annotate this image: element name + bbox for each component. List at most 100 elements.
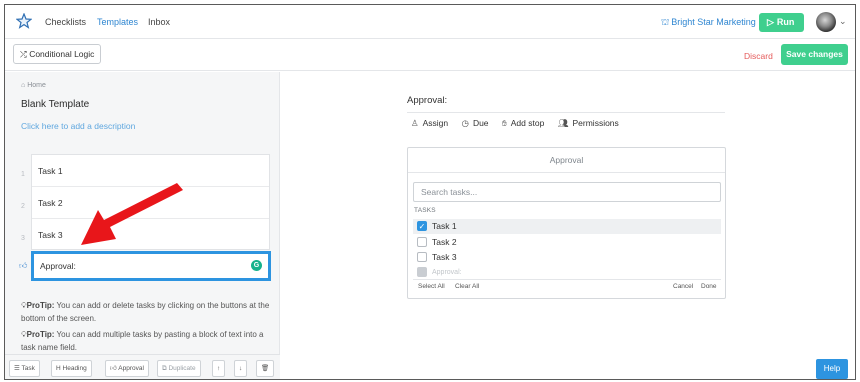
nav-templates[interactable]: Templates <box>97 17 138 27</box>
approval-actions: ♙ Assign ◷ Due ✋︎ Add stop 👥︎ Permissions <box>411 118 630 129</box>
org-name: Bright Star Marketing <box>671 17 756 27</box>
add-approval-button[interactable]: 👍︎ Approval <box>105 360 149 377</box>
add-task-button[interactable]: ☰ Task <box>9 360 40 377</box>
avatar[interactable] <box>816 12 836 32</box>
approval-title: Approval: <box>407 95 448 106</box>
task-checkbox-label: Approval: <box>432 269 462 276</box>
add-approval-label: Approval <box>118 365 144 372</box>
due-label: Due <box>472 118 489 128</box>
add-stop-button[interactable]: ✋︎ Add stop <box>502 118 544 129</box>
search-tasks-input[interactable]: Search tasks... <box>413 182 721 202</box>
duplicate-label: Duplicate <box>168 365 196 372</box>
task-actions-bar: ☰ Task H Heading 👍︎ Approval ⧉ Duplicate… <box>5 354 280 379</box>
task-checkbox-label: Task 1 <box>432 221 457 231</box>
move-up-button[interactable]: ↑ <box>212 360 226 377</box>
users-icon: 👥︎ <box>557 118 569 128</box>
breadcrumb-home: Home <box>27 82 46 89</box>
divider <box>407 112 725 113</box>
nav-inbox[interactable]: Inbox <box>148 17 170 27</box>
save-changes-button[interactable]: Save changes <box>781 44 848 65</box>
grammarly-icon[interactable]: G <box>251 260 262 271</box>
protip-label: ProTip: <box>26 301 55 310</box>
protip: 💡︎ProTip: You can add or delete tasks by… <box>21 299 271 325</box>
task-row[interactable]: Task 1 <box>32 155 269 187</box>
add-heading-button[interactable]: H Heading <box>51 360 92 377</box>
task-checkbox-label: Task 3 <box>432 252 457 262</box>
permissions-button[interactable]: 👥︎ Permissions <box>558 118 619 129</box>
protip-text: You can add or delete tasks by clicking … <box>21 301 270 323</box>
checkbox[interactable] <box>417 237 427 247</box>
heading-icon: H <box>56 365 61 372</box>
checkbox-checked[interactable]: ✓ <box>417 221 427 231</box>
task-checkbox-row[interactable]: Task 3 <box>413 250 721 265</box>
help-button[interactable]: Help <box>816 359 848 379</box>
breadcrumb[interactable]: ⌂ Home <box>21 82 46 89</box>
task-number: 1 <box>21 171 25 178</box>
folder-icon: ⌂ <box>21 82 26 89</box>
move-down-button[interactable]: ↓ <box>234 360 248 377</box>
nav-checklists[interactable]: Checklists <box>45 17 86 27</box>
task-number: 3 <box>21 235 25 242</box>
due-button[interactable]: ◷ Due <box>462 118 489 129</box>
select-all-button[interactable]: Select All <box>418 280 445 294</box>
template-description[interactable]: Click here to add a description <box>21 121 135 131</box>
task-number: 2 <box>21 203 25 210</box>
approval-task-picker: Approval Search tasks... TASKS ✓ Task 1 … <box>407 147 726 299</box>
template-title[interactable]: Blank Template <box>21 99 89 110</box>
play-icon: ▷ <box>767 17 774 27</box>
permissions-label: Permissions <box>572 118 619 128</box>
cancel-button[interactable]: Cancel <box>673 280 693 294</box>
copy-icon: ⧉ <box>162 365 167 372</box>
picker-heading: Approval <box>408 148 725 173</box>
editor-toolbar: ⤮ Conditional Logic Discard Save changes <box>5 39 855 71</box>
task-label: Task 1 <box>38 166 63 176</box>
clock-icon: ◷ <box>461 118 469 128</box>
tasks-section-label: TASKS <box>414 207 436 214</box>
assign-button[interactable]: ♙ Assign <box>411 118 448 129</box>
task-row[interactable]: Task 2 <box>32 187 269 219</box>
done-button[interactable]: Done <box>701 280 717 294</box>
thumbs-up-icon: 👍︎ <box>19 261 28 270</box>
task-checkbox-row-disabled: Approval: <box>413 265 721 280</box>
protip: 💡︎ProTip: You can add multiple tasks by … <box>21 328 271 354</box>
user-icon: ♙ <box>411 118 419 128</box>
checkbox-disabled <box>417 267 427 277</box>
task-row[interactable]: Task 3 <box>32 219 269 251</box>
protip-label: ProTip: <box>26 330 55 339</box>
duplicate-button[interactable]: ⧉ Duplicate <box>157 360 201 377</box>
arrow-up-icon: ↑ <box>217 365 221 372</box>
conditional-logic-label: Conditional Logic <box>29 49 95 59</box>
add-task-label: Task <box>21 365 35 372</box>
template-editor-panel: ⌂ Home Blank Template Click here to add … <box>5 72 280 379</box>
task-checkbox-label: Task 2 <box>432 237 457 247</box>
assign-label: Assign <box>422 118 449 128</box>
conditional-logic-button[interactable]: ⤮ Conditional Logic <box>13 44 102 64</box>
clear-all-button[interactable]: Clear All <box>455 280 479 294</box>
star-logo-icon[interactable] <box>16 13 32 29</box>
task-checkbox-row[interactable]: Task 2 <box>413 235 721 250</box>
task-list: Task 1 Task 2 Task 3 <box>31 154 270 250</box>
hand-icon: ✋︎ <box>501 118 507 128</box>
task-label: Task 2 <box>38 198 63 208</box>
trash-icon: 🗑︎ <box>261 365 270 372</box>
task-label: Task 3 <box>38 230 63 240</box>
list-icon: ☰ <box>14 365 20 372</box>
top-nav: Checklists Templates Inbox ⛫ Bright Star … <box>5 5 855 39</box>
add-heading-label: Heading <box>62 365 87 372</box>
checkbox[interactable] <box>417 252 427 262</box>
run-label: Run <box>776 17 795 27</box>
org-switcher[interactable]: ⛫ Bright Star Marketing <box>661 17 756 29</box>
chevron-down-icon[interactable]: ⌄ <box>839 16 847 27</box>
task-checkbox-row[interactable]: ✓ Task 1 <box>413 219 721 234</box>
shuffle-icon: ⤮ <box>20 49 27 59</box>
approval-task-input[interactable]: Approval: G <box>31 251 271 281</box>
delete-button[interactable]: 🗑︎ <box>256 360 275 377</box>
discard-button[interactable]: Discard <box>744 51 773 61</box>
building-icon: ⛫ <box>661 17 670 27</box>
picker-footer: Select All Clear All Cancel Done <box>413 279 721 293</box>
thumbs-up-icon: 👍︎ <box>110 365 117 372</box>
add-stop-label: Add stop <box>510 118 545 128</box>
approval-task-value: Approval: <box>40 261 76 271</box>
run-button[interactable]: ▷ Run <box>759 13 804 32</box>
protip-text: You can add multiple tasks by pasting a … <box>21 330 264 352</box>
